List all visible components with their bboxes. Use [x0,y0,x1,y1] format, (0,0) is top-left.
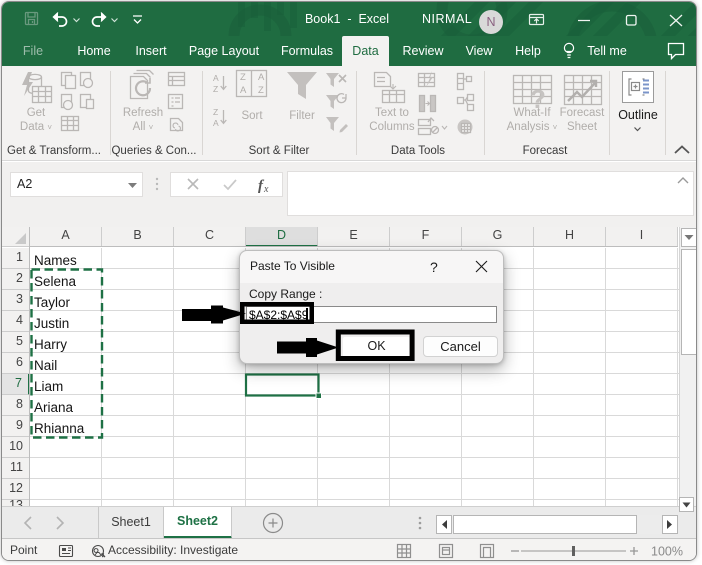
svg-text:100%: 100% [651,545,683,559]
svg-text:A: A [213,118,219,128]
svg-text:A: A [240,85,247,96]
svg-text:A: A [213,73,219,83]
svg-text:x: x [263,184,269,195]
svg-text:A: A [258,72,265,83]
svg-text:?: ? [430,259,438,275]
svg-text:Z: Z [240,72,246,83]
svg-text:Z: Z [258,85,264,96]
svg-text:Z: Z [213,107,218,117]
svg-text:Z: Z [213,84,218,94]
